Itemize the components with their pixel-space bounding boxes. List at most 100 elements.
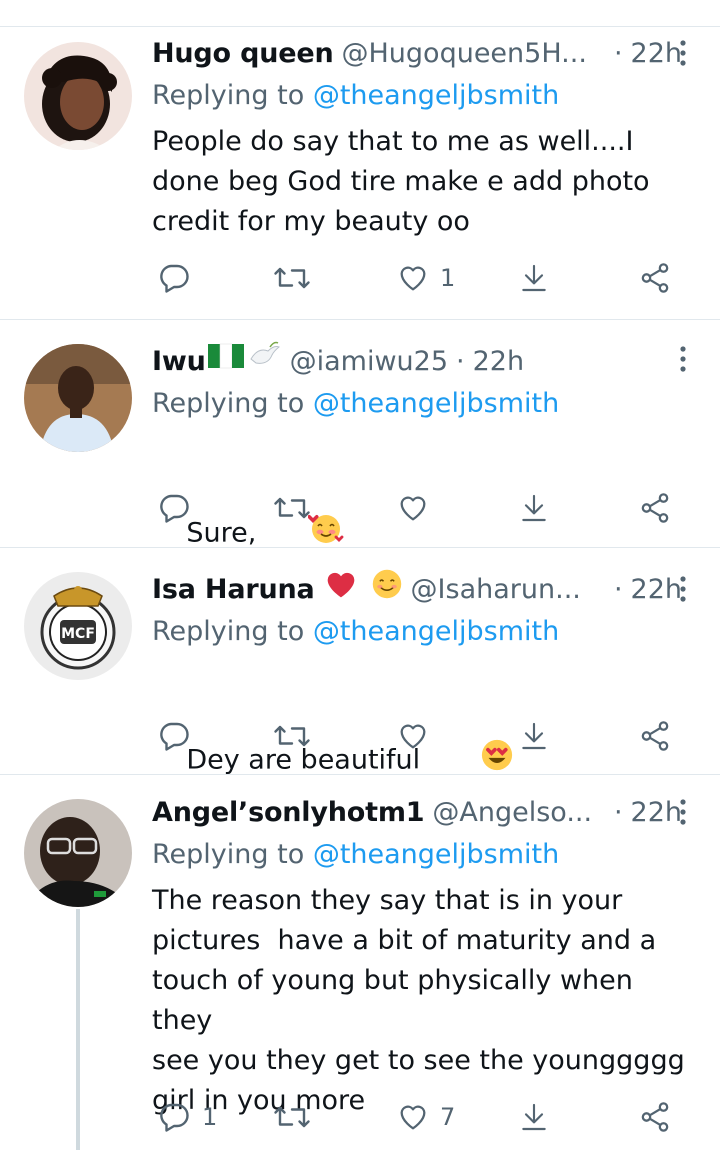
tweet-header: Isa Haruna @Isaharun... · 22h [152,568,682,612]
dove-icon [248,341,282,383]
avatar[interactable]: MCF [24,572,132,680]
separator-dot: · [613,797,623,828]
user-handle[interactable]: @Angelso... [432,793,592,833]
tweet-reply[interactable]: MCF Isa Haruna @Isaharun... · 22h Replyi… [0,548,720,776]
display-name[interactable]: Iwu [152,342,206,382]
like-button[interactable]: 1 [396,258,455,298]
tweet-reply[interactable]: Angel’sonlyhotm1 @Angelso... · 22h Reply… [0,775,720,1150]
more-options-icon[interactable] [680,40,686,66]
retweet-button[interactable] [272,1097,322,1137]
share-button[interactable] [638,1097,672,1137]
reply-button[interactable] [156,716,202,756]
heart-icon [400,266,426,291]
svg-text:MCF: MCF [61,626,95,642]
reply-button[interactable] [156,258,202,298]
download-icon [522,1103,546,1131]
retweet-button[interactable] [272,258,322,298]
more-options-icon[interactable] [680,576,686,602]
user-handle[interactable]: @Isaharun... [411,570,581,610]
smiling-face-icon [371,568,403,612]
replying-to: Replying to @theangeljbsmith [152,76,559,116]
share-icon [641,721,669,751]
tweet-header: Iwu @iamiwu25 · 22h [152,341,682,383]
share-button[interactable] [638,716,672,756]
timestamp[interactable]: 22h [473,342,524,382]
share-icon [641,493,669,523]
replying-to: Replying to @theangeljbsmith [152,835,559,875]
tweet-header: Angel’sonlyhotm1 @Angelso... · 22h [152,793,682,833]
like-button[interactable] [396,716,440,756]
reply-button[interactable]: 1 [156,1097,217,1137]
retweet-icon [274,497,310,519]
more-options-icon[interactable] [680,346,686,372]
more-options-icon[interactable] [680,799,686,825]
heart-icon [400,496,426,521]
timestamp[interactable]: 22h [631,793,682,833]
reply-icon [160,722,189,751]
avatar-image-icon [24,799,132,907]
timestamp[interactable]: 22h [631,570,682,610]
share-icon [641,1102,669,1132]
heart-icon [400,724,426,749]
thread-line [76,909,80,1150]
avatar[interactable] [24,799,132,907]
avatar-image-icon: MCF [24,572,132,680]
replying-label: Replying to [152,839,305,870]
download-icon [522,494,546,522]
mention-link[interactable]: @theangeljbsmith [313,80,559,111]
reply-icon [160,494,189,523]
retweet-button[interactable] [272,716,322,756]
replying-to: Replying to @theangeljbsmith [152,384,559,424]
action-bar [152,716,682,756]
avatar[interactable] [24,344,132,452]
nigeria-flag-icon [207,342,246,382]
download-icon [522,722,546,750]
download-button[interactable] [518,716,550,756]
retweet-icon [274,725,310,747]
like-button[interactable]: 7 [396,1097,455,1137]
tweet-header: Hugo queen @Hugoqueen5H... · 22h [152,34,682,74]
display-name[interactable]: Isa Haruna [152,570,315,610]
tweet-reply[interactable]: Iwu @iamiwu25 · 22h Replying to @theange… [0,320,720,549]
display-name[interactable]: Hugo queen [152,34,334,74]
mention-link[interactable]: @theangeljbsmith [313,839,559,870]
timestamp[interactable]: 22h [631,34,682,74]
share-icon [641,263,669,293]
replying-to: Replying to @theangeljbsmith [152,612,559,652]
mention-link[interactable]: @theangeljbsmith [313,616,559,647]
share-button[interactable] [638,258,672,298]
separator-dot: · [456,346,465,377]
user-handle[interactable]: @Hugoqueen5H... [342,34,587,74]
retweet-button[interactable] [272,488,322,528]
tweet-text: The reason they say that is in your pict… [152,885,685,1116]
download-button[interactable] [518,258,550,298]
reply-icon [160,264,189,293]
avatar-image-icon [24,344,132,452]
download-button[interactable] [518,1097,550,1137]
red-heart-icon [325,569,357,611]
separator-dot: · [613,38,623,69]
replying-label: Replying to [152,388,305,419]
like-count: 7 [440,1103,456,1131]
retweet-icon [274,267,310,289]
mention-link[interactable]: @theangeljbsmith [313,388,559,419]
replying-label: Replying to [152,616,305,647]
like-count: 1 [440,264,456,292]
reply-icon [160,1103,189,1132]
share-button[interactable] [638,488,672,528]
replying-label: Replying to [152,80,305,111]
retweet-icon [274,1106,310,1128]
reply-count: 1 [202,1103,218,1131]
separator-dot: · [613,574,623,605]
avatar-image-icon [24,42,132,150]
reply-button[interactable] [156,488,202,528]
like-button[interactable] [396,488,440,528]
tweet-reply[interactable]: Hugo queen @Hugoqueen5H... · 22h Replyin… [0,0,720,320]
tweet-text: People do say that to me as well....I do… [152,126,650,237]
action-bar: 1 [152,258,682,298]
display-name[interactable]: Angel’sonlyhotm1 [152,793,425,833]
download-button[interactable] [518,488,550,528]
user-handle[interactable]: @iamiwu25 [290,342,448,382]
avatar[interactable] [24,42,132,150]
download-icon [522,264,546,292]
